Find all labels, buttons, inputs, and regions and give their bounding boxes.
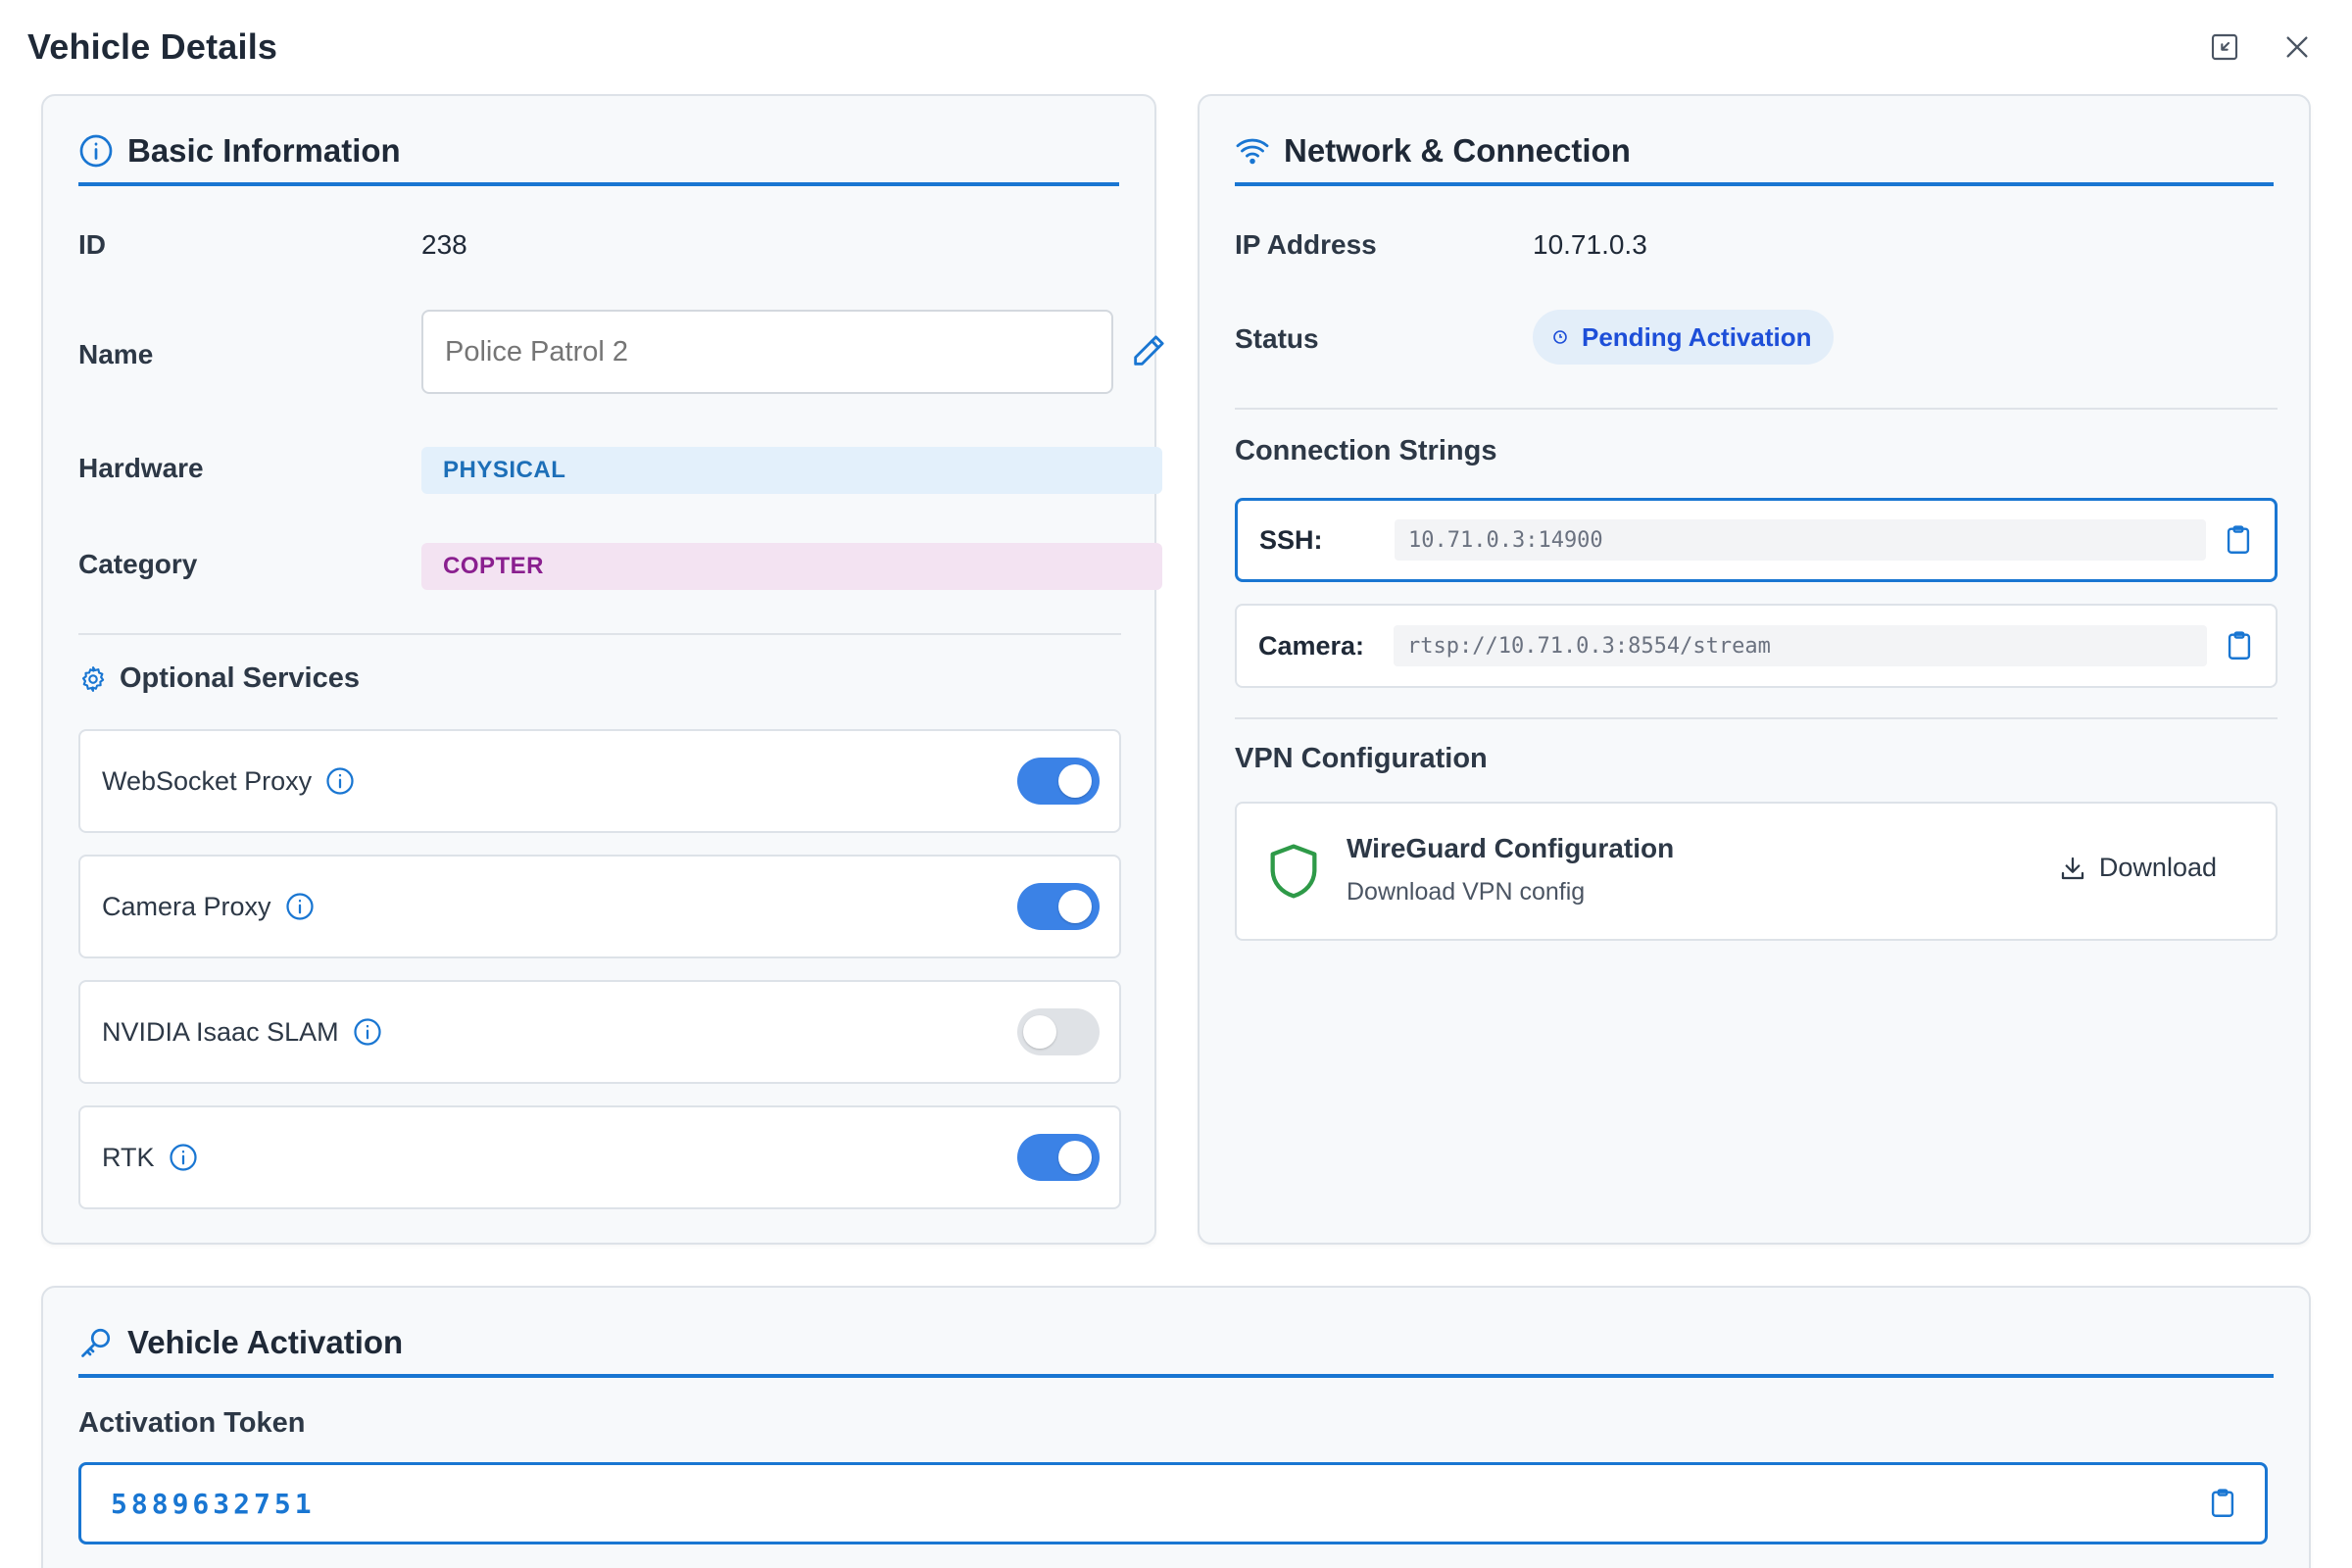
service-rtk: RTK: [78, 1105, 1121, 1209]
id-label: ID: [78, 229, 106, 260]
service-label: NVIDIA Isaac SLAM: [102, 1016, 339, 1047]
activation-token-value[interactable]: 5889632751: [111, 1488, 316, 1520]
service-label: RTK: [102, 1142, 155, 1172]
vpn-configuration-heading: VPN Configuration: [1235, 743, 1488, 774]
vpn-subtitle: Download VPN config: [1347, 878, 1586, 906]
service-label-row: WebSocket Proxy: [102, 766, 355, 797]
vehicle-activation-card: Vehicle Activation Activation Token 5889…: [41, 1286, 2311, 1568]
rtk-toggle[interactable]: [1017, 1134, 1100, 1181]
service-websocket-proxy: WebSocket Proxy: [78, 729, 1121, 833]
clock-icon: [1553, 330, 1567, 344]
collapse-button[interactable]: [2205, 27, 2244, 67]
copy-token-button[interactable]: [2206, 1487, 2239, 1520]
dialog-header: Vehicle Details: [0, 0, 2352, 94]
network-divider-1: [1235, 408, 2278, 410]
nvidia-isaac-slam-toggle[interactable]: [1017, 1008, 1100, 1055]
name-input[interactable]: [421, 310, 1113, 394]
clipboard-icon: [2211, 1489, 2234, 1517]
download-label: Download: [2098, 853, 2217, 882]
ssh-value[interactable]: 10.71.0.3:14900: [1395, 519, 2206, 561]
toggle-knob: [1023, 1015, 1056, 1049]
header-actions: [2205, 27, 2325, 67]
close-button[interactable]: [2278, 27, 2317, 67]
ip-address-label: IP Address: [1235, 229, 1377, 260]
activation-token-label: Activation Token: [78, 1407, 306, 1439]
edit-name-button[interactable]: [1129, 331, 1168, 370]
status-label: Status: [1235, 323, 1319, 354]
toggle-knob: [1058, 890, 1092, 923]
camera-label: Camera:: [1258, 630, 1365, 661]
optional-services-title: Optional Services: [120, 662, 360, 694]
wireguard-config: WireGuard Configuration Download VPN con…: [1235, 802, 2278, 941]
vehicle-activation-header: Vehicle Activation: [78, 1325, 2274, 1378]
copy-camera-button[interactable]: [2223, 629, 2256, 662]
clipboard-icon: [2228, 631, 2251, 660]
name-label: Name: [78, 339, 154, 369]
basic-info-card: Basic Information ID 238 Name Hardware P…: [41, 94, 1164, 1245]
info-icon[interactable]: [169, 1143, 198, 1172]
shield-icon: [1270, 844, 1317, 899]
download-vpn-button[interactable]: Download: [2058, 853, 2217, 883]
info-icon[interactable]: [285, 892, 315, 921]
activation-token-field: 5889632751: [78, 1462, 2268, 1544]
download-icon: [2061, 857, 2084, 879]
close-icon: [2286, 36, 2308, 58]
service-label: WebSocket Proxy: [102, 765, 313, 796]
service-label: Camera Proxy: [102, 891, 271, 921]
vpn-title: WireGuard Configuration: [1347, 833, 1675, 863]
hardware-badge: PHYSICAL: [421, 447, 1162, 494]
camera-value[interactable]: rtsp://10.71.0.3:8554/stream: [1394, 625, 2207, 666]
connection-strings-heading: Connection Strings: [1235, 435, 1497, 466]
id-value: 238: [421, 229, 467, 260]
camera-proxy-toggle[interactable]: [1017, 883, 1100, 930]
status-value: Pending Activation: [1582, 321, 1812, 352]
key-icon: [81, 1328, 111, 1357]
basic-info-title: Basic Information: [127, 132, 401, 169]
basic-info-header: Basic Information: [78, 133, 1119, 186]
network-divider-2: [1235, 717, 2278, 719]
category-badge: COPTER: [421, 543, 1162, 590]
service-camera-proxy: Camera Proxy: [78, 855, 1121, 958]
collapse-icon: [2211, 33, 2238, 61]
info-icon[interactable]: [325, 766, 355, 796]
pencil-icon: [1134, 335, 1164, 366]
page-title: Vehicle Details: [27, 26, 278, 67]
status-badge: Pending Activation: [1533, 310, 1834, 365]
camera-connection: Camera: rtsp://10.71.0.3:8554/stream: [1235, 604, 2278, 688]
gear-icon: [81, 665, 105, 692]
toggle-knob: [1058, 1141, 1092, 1174]
ssh-label: SSH:: [1259, 524, 1323, 555]
wifi-icon: [1236, 138, 1269, 165]
websocket-proxy-toggle[interactable]: [1017, 758, 1100, 805]
service-label-row: NVIDIA Isaac SLAM: [102, 1017, 382, 1048]
service-label-row: RTK: [102, 1143, 198, 1173]
basic-info-divider: [78, 633, 1121, 635]
vehicle-activation-title: Vehicle Activation: [127, 1324, 404, 1360]
clipboard-icon: [2227, 525, 2250, 554]
optional-services-heading: Optional Services: [78, 662, 360, 695]
network-title: Network & Connection: [1284, 132, 1631, 169]
info-icon: [79, 134, 113, 168]
network-card: Network & Connection IP Address 10.71.0.…: [1198, 94, 2311, 1245]
ip-address-value: 10.71.0.3: [1533, 229, 1647, 260]
hardware-label: Hardware: [78, 453, 204, 483]
category-label: Category: [78, 549, 198, 579]
service-nvidia-isaac-slam: NVIDIA Isaac SLAM: [78, 980, 1121, 1084]
info-icon[interactable]: [353, 1017, 382, 1047]
ssh-connection: SSH: 10.71.0.3:14900: [1235, 498, 2278, 582]
copy-ssh-button[interactable]: [2222, 523, 2255, 557]
network-header: Network & Connection: [1235, 133, 2274, 186]
service-label-row: Camera Proxy: [102, 892, 315, 922]
toggle-knob: [1058, 764, 1092, 798]
